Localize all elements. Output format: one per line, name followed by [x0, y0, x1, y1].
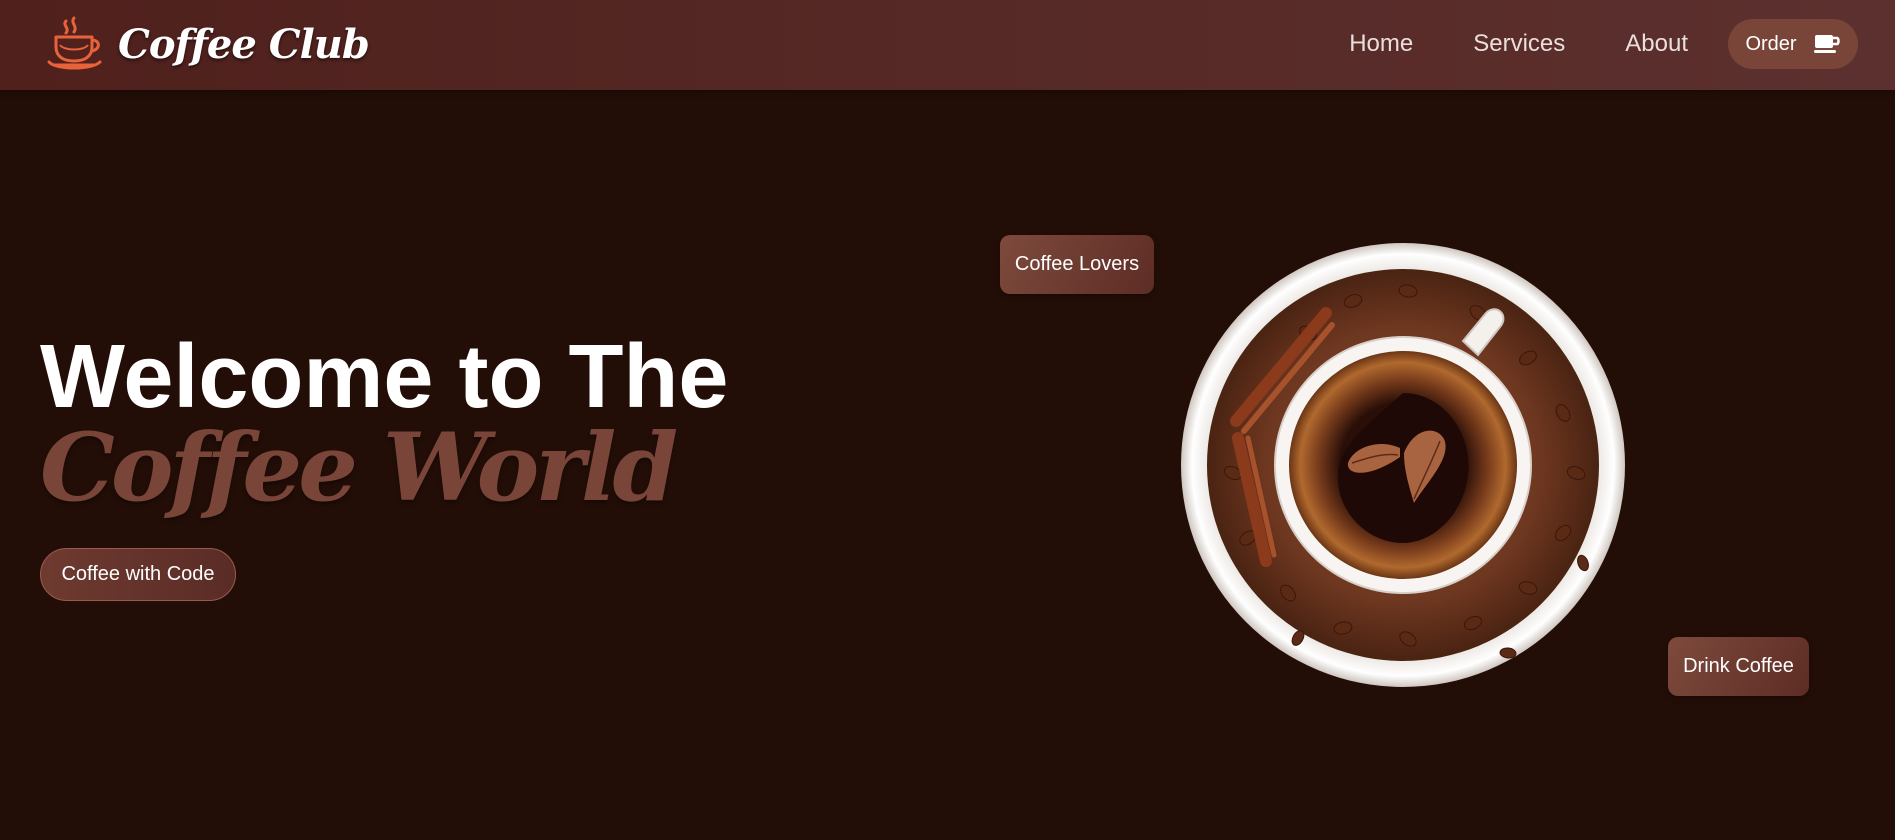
hero-subtitle: Coffee World [40, 413, 678, 523]
navbar: Coffee Club Home Services About Order [0, 0, 1895, 90]
coffee-with-code-button[interactable]: Coffee with Code [40, 548, 236, 601]
nav-services-link[interactable]: Services [1473, 30, 1565, 58]
nav-home-link[interactable]: Home [1349, 30, 1413, 58]
nav-about-link[interactable]: About [1625, 30, 1688, 58]
coffee-cup-logo-icon [47, 16, 102, 70]
order-button-label: Order [1745, 32, 1797, 55]
brand[interactable]: Coffee Club [44, 14, 370, 74]
order-button[interactable]: Order [1728, 19, 1858, 69]
nav-links: Home Services About Order [1349, 18, 1858, 70]
coffee-mug-icon [1813, 35, 1840, 53]
coffee-lovers-tag: Coffee Lovers [1000, 235, 1154, 294]
brand-name: Coffee Club [118, 20, 370, 68]
coffee-cup-image [1181, 243, 1625, 687]
drink-coffee-tag: Drink Coffee [1668, 637, 1809, 696]
